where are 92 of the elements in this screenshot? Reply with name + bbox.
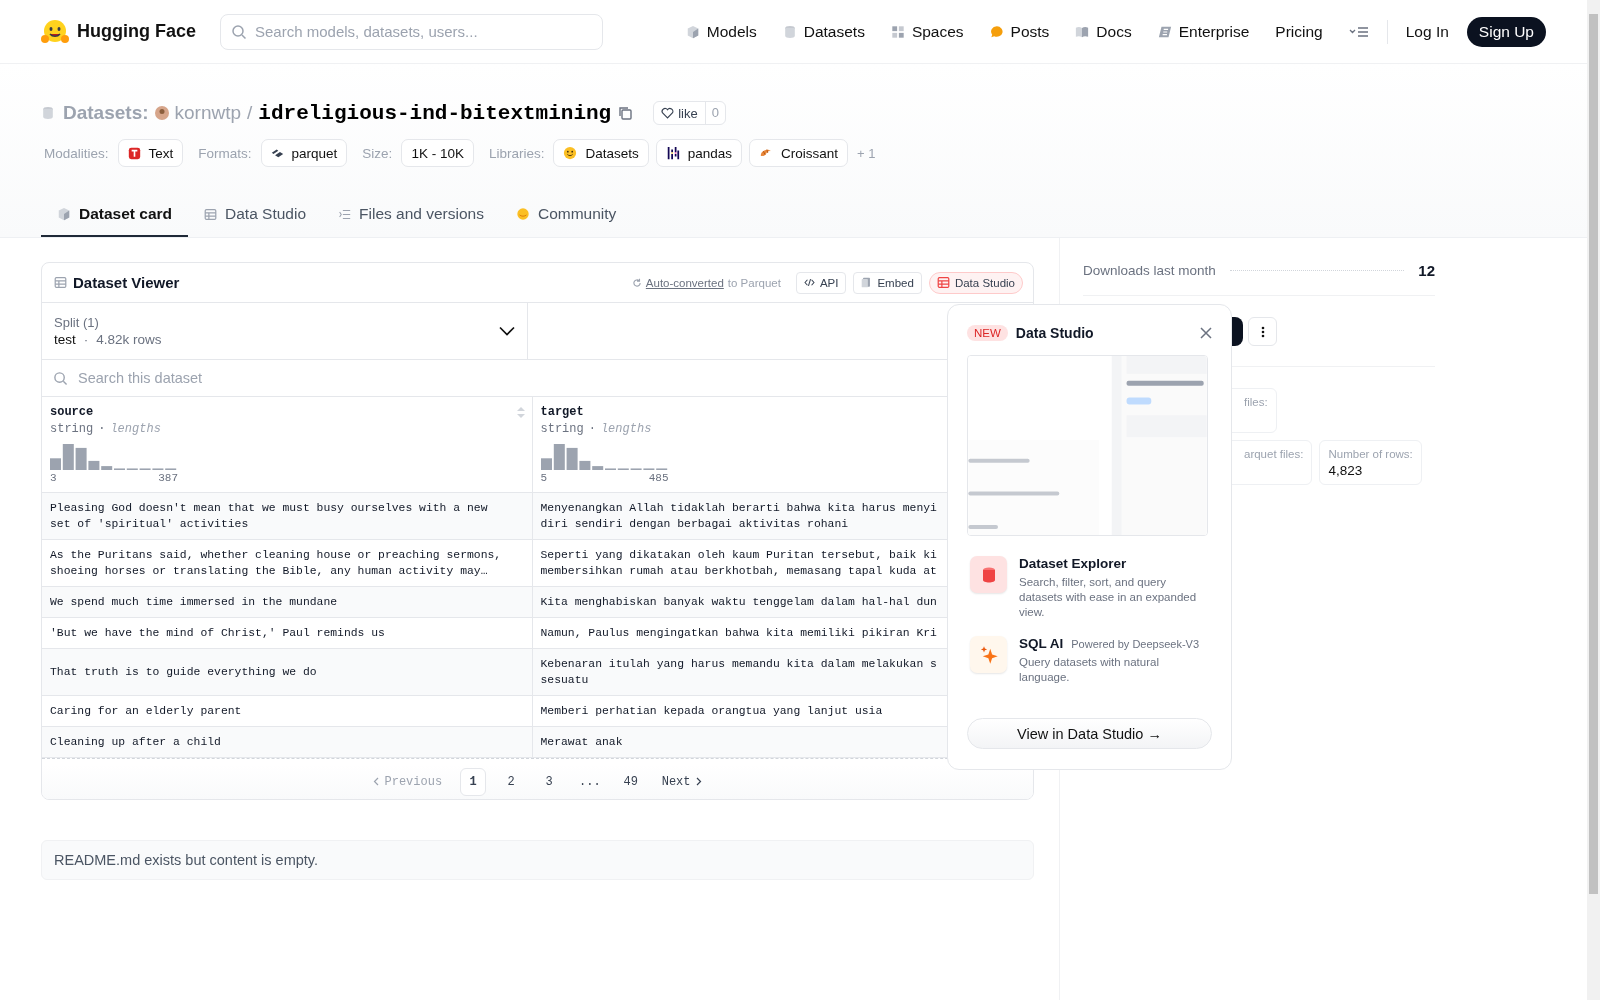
signup-button[interactable]: Sign Up — [1466, 16, 1546, 47]
tab[interactable]: Dataset card — [41, 193, 189, 237]
login-link[interactable]: Log In — [1405, 22, 1449, 41]
nav-link[interactable]: Datasets — [782, 22, 865, 41]
viewer-title: Dataset Viewer — [73, 274, 180, 291]
tag[interactable]: Text — [117, 139, 184, 167]
new-badge: NEW — [967, 325, 1008, 341]
auto-converted-link[interactable]: Auto-converted — [645, 276, 724, 289]
document-icon — [861, 277, 873, 288]
tag-group-label: Formats: — [198, 145, 252, 161]
cube-icon — [685, 24, 700, 39]
tab[interactable]: Data Studio — [188, 193, 323, 237]
grid-icon — [890, 24, 905, 39]
enterprise-icon — [1157, 24, 1172, 39]
copy-icon[interactable] — [617, 105, 634, 121]
book-icon — [1075, 24, 1090, 39]
tag[interactable]: pandas — [655, 139, 742, 167]
page-link[interactable]: 49 — [617, 767, 644, 796]
scrollbar-thumb[interactable] — [1589, 14, 1598, 894]
code-icon — [803, 277, 815, 288]
table-cell: That truth is to guide everything we do — [42, 648, 532, 695]
table-icon — [204, 207, 218, 221]
database-icon — [782, 24, 797, 39]
table-cell: Caring for an elderly parent — [42, 695, 532, 726]
chevron-down-icon — [499, 326, 515, 336]
kebab-icon — [1260, 325, 1265, 338]
table-icon — [54, 276, 67, 289]
viewer-button[interactable]: API — [795, 271, 847, 294]
path-separator: / — [247, 102, 253, 124]
column-header[interactable]: source string · lengths 3 387 — [42, 397, 532, 492]
brand-link[interactable]: Hugging Face — [41, 18, 196, 45]
tag-group-label: Libraries: — [488, 145, 545, 161]
downloads-label: Downloads last month — [1083, 263, 1216, 278]
nav-link[interactable]: Pricing — [1275, 22, 1323, 41]
nav-link[interactable]: Docs — [1075, 22, 1132, 41]
table-cell: Pleasing God doesn't mean that we must busy ourselves with a new set of 'spiritual' activities — [42, 492, 532, 539]
refresh-icon — [631, 277, 642, 288]
page-link[interactable]: 1 — [460, 767, 487, 796]
page-link[interactable]: 2 — [498, 767, 525, 796]
chevron-left-icon — [373, 777, 380, 786]
view-in-data-studio-button[interactable]: View in Data Studio → — [967, 718, 1212, 749]
table-cell: As the Puritans said, whether cleaning house or preaching sermons, shoeing horses or translating the Bible, any human activity may… — [42, 539, 532, 586]
text-icon — [127, 146, 141, 160]
next-link[interactable]: Next — [651, 770, 712, 793]
table-icon — [936, 276, 950, 289]
readme-notice: README.md exists but content is empty. — [41, 839, 1034, 880]
tag[interactable]: Datasets — [553, 139, 649, 167]
table-cell: We spend much time immersed in the mundane — [42, 586, 532, 617]
avatar-icon — [154, 106, 169, 120]
speech-bubble-icon — [989, 24, 1004, 39]
search-icon — [53, 371, 68, 386]
tag-group-label: Modalities: — [44, 145, 109, 161]
stat-card: Number of rows: 4,823 — [1319, 440, 1422, 485]
database-tile-icon — [970, 556, 1007, 593]
list-icon — [338, 207, 352, 221]
database-icon — [41, 106, 55, 120]
nav-link[interactable]: Models — [685, 22, 757, 41]
nav-link[interactable]: Enterprise — [1157, 22, 1250, 41]
tag-group-label: Size: — [362, 145, 393, 161]
nav-link[interactable]: Posts — [989, 22, 1050, 41]
tag[interactable]: parquet — [260, 139, 348, 167]
heart-icon — [661, 107, 675, 119]
page-link[interactable]: ... — [574, 767, 606, 796]
popover-title: Data Studio — [1015, 325, 1094, 341]
table-cell: 'But we have the mind of Christ,' Paul reminds us — [42, 617, 532, 648]
hugging-face-logo — [41, 18, 69, 45]
tag[interactable]: Croissant — [749, 139, 849, 167]
section-label: Datasets: — [63, 102, 149, 124]
page-link[interactable]: 3 — [536, 767, 563, 796]
emoji-face-icon — [563, 146, 578, 160]
viewer-button[interactable]: Embed — [853, 271, 922, 294]
nav-link[interactable]: Spaces — [890, 22, 964, 41]
menu-icon[interactable] — [1348, 24, 1369, 39]
close-button[interactable] — [1200, 327, 1212, 339]
search-icon — [231, 23, 247, 40]
downloads-count: 12 — [1418, 262, 1435, 279]
repo-name: idreligious-ind-bitextmining — [258, 101, 612, 125]
sparkle-tile-icon — [970, 636, 1007, 673]
cube-icon — [57, 207, 71, 221]
like-count: 0 — [704, 102, 725, 124]
bars-icon — [665, 146, 680, 160]
table-cell: Cleaning up after a child — [42, 726, 532, 757]
feature-note: Powered by Deepseek-V3 — [1071, 638, 1200, 650]
viewer-button[interactable]: Data Studio — [928, 271, 1023, 294]
like-button[interactable]: like 0 — [653, 101, 726, 125]
tab[interactable]: Files and versions — [322, 193, 500, 237]
close-icon — [1200, 327, 1212, 339]
chevron-right-icon — [695, 777, 702, 786]
tag[interactable]: 1K - 10K — [401, 139, 474, 167]
tab[interactable]: Community — [499, 193, 633, 237]
parquet-note: to Parquet — [727, 276, 781, 289]
search-field[interactable]: Search models, datasets, users... — [220, 13, 603, 50]
